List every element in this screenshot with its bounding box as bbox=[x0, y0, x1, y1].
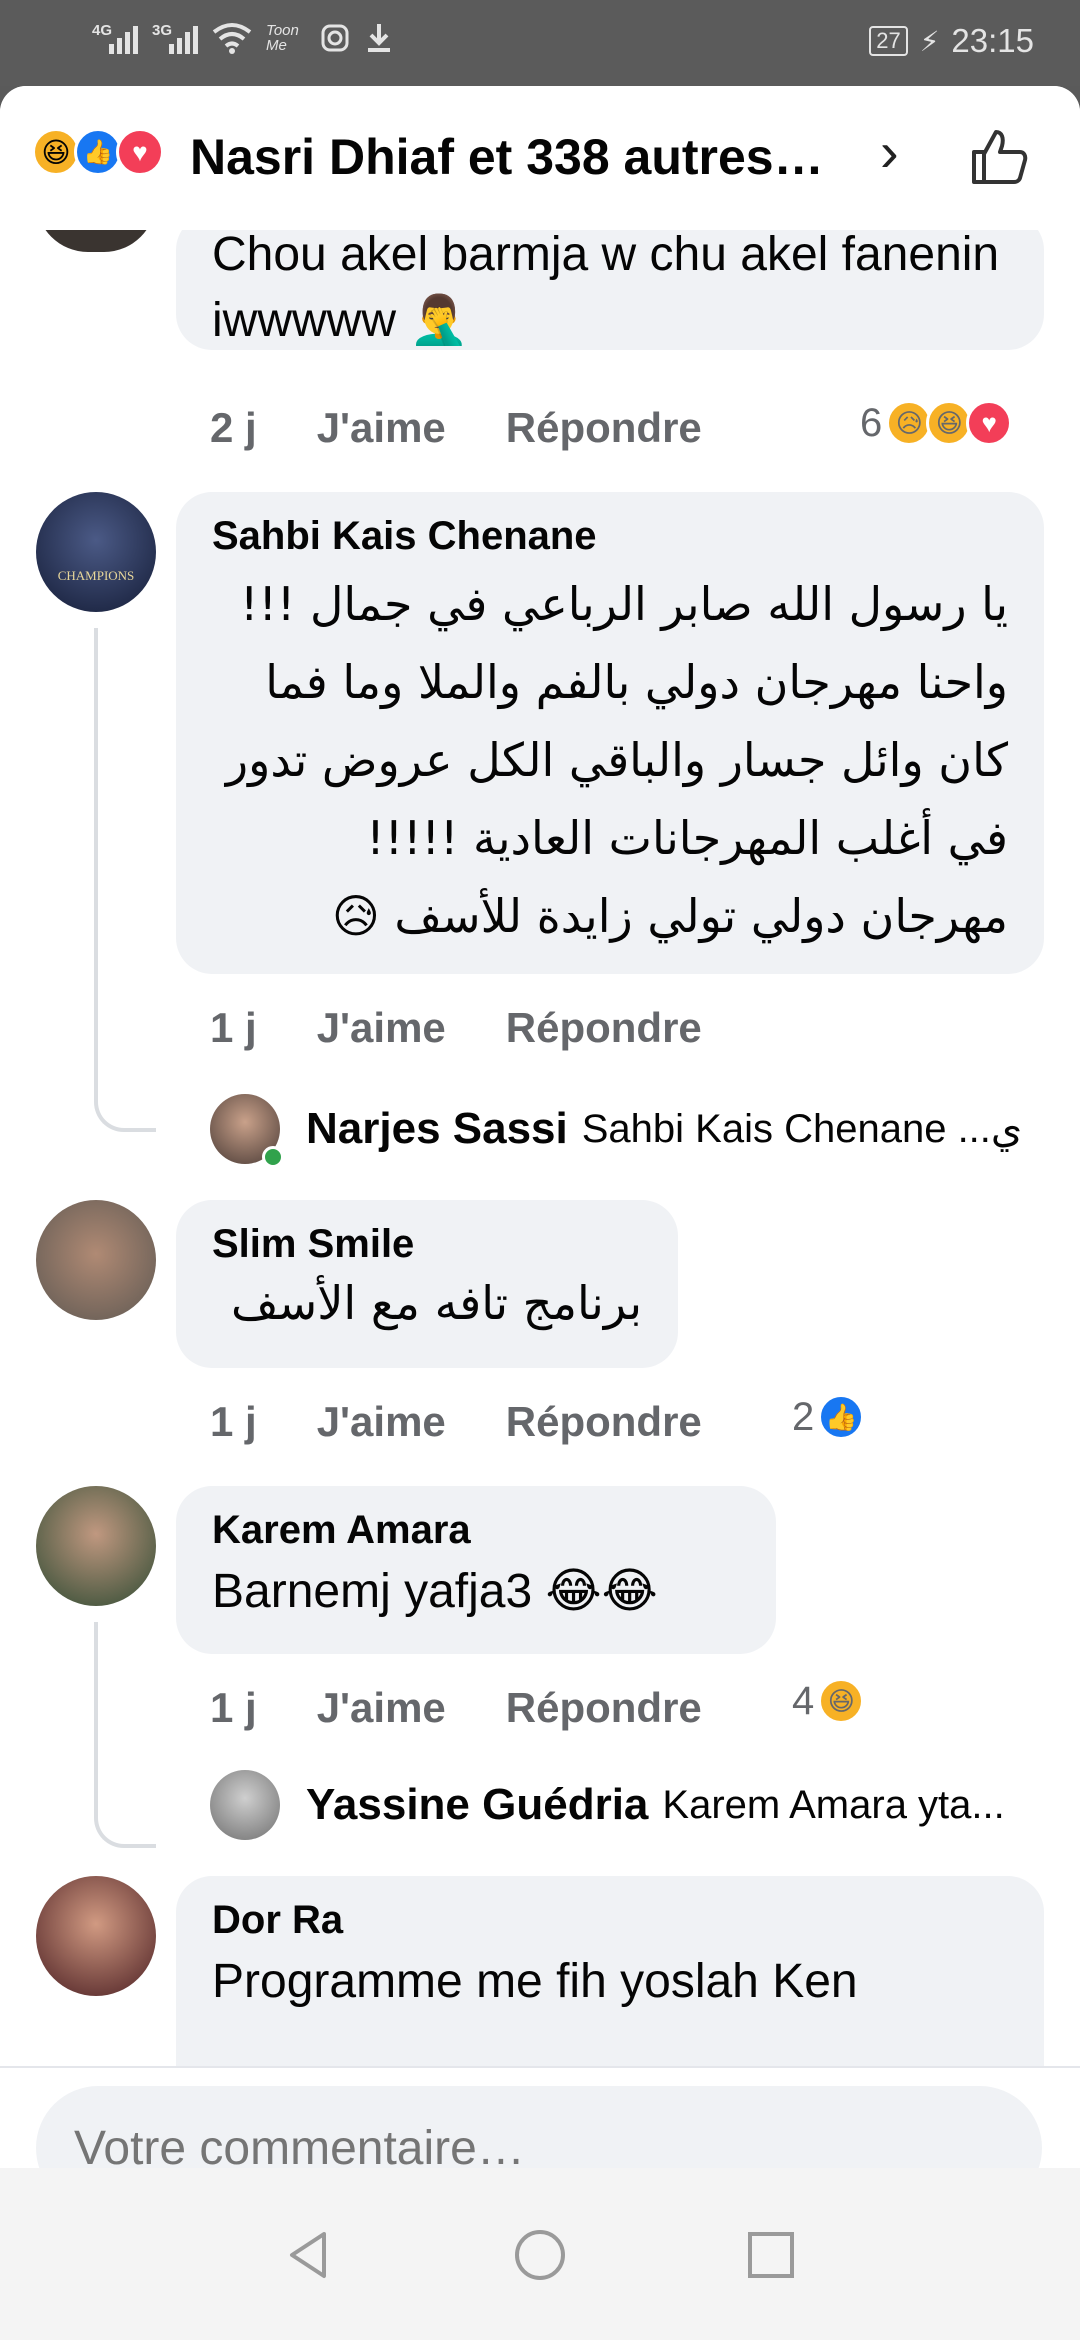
reply-text: Sahbi Kais Chenane ...ي bbox=[581, 1107, 1023, 1151]
comment-actions: 1 j J'aime Répondre bbox=[210, 1684, 762, 1732]
like-link[interactable]: J'aime bbox=[317, 404, 446, 452]
reactions-header[interactable]: 😆 👍 ♥ Nasri Dhiaf et 338 autres… › bbox=[0, 86, 1080, 230]
comment-author[interactable]: Dor Ra bbox=[212, 1898, 1008, 1943]
system-nav-bar bbox=[0, 2168, 1080, 2340]
comment-actions: 2 j J'aime Répondre bbox=[210, 404, 762, 452]
reply-preview[interactable]: Yassine Guédria Karem Amara yta... bbox=[210, 1770, 1044, 1840]
comment-text: Chou akel barmja w chu akel fanenin iwww… bbox=[212, 230, 1000, 347]
status-bar: 4G 3G Toon Me 27 ⚡ 23:15 bbox=[0, 0, 1080, 86]
comment-time: 2 j bbox=[210, 404, 257, 451]
comment-actions: 1 j J'aime Répondre bbox=[210, 1398, 762, 1446]
chevron-right-icon[interactable]: › bbox=[880, 124, 899, 180]
back-icon[interactable] bbox=[274, 2220, 344, 2290]
like-link[interactable]: J'aime bbox=[317, 1004, 446, 1052]
like-link[interactable]: J'aime bbox=[317, 1684, 446, 1732]
comment-list: Chou akel barmja w chu akel fanenin iwww… bbox=[0, 230, 1080, 2066]
avatar-label: CHAMPIONS bbox=[57, 568, 135, 583]
comment-author[interactable]: Karem Amara bbox=[212, 1508, 740, 1553]
status-icons: 4G 3G Toon Me bbox=[92, 22, 394, 54]
comment-time: 1 j bbox=[210, 1004, 257, 1051]
recents-icon[interactable] bbox=[736, 2220, 806, 2290]
charging-icon: ⚡ bbox=[919, 25, 940, 57]
reply-link[interactable]: Répondre bbox=[506, 1004, 702, 1052]
comment-author[interactable]: Slim Smile bbox=[212, 1222, 642, 1267]
reaction-count[interactable]: 6 😥 😆 ♥ bbox=[860, 400, 1013, 446]
comment-actions: 1 j J'aime Répondre bbox=[210, 1004, 762, 1052]
avatar[interactable] bbox=[36, 1876, 156, 1996]
comment-time: 1 j bbox=[210, 1684, 257, 1731]
avatar[interactable] bbox=[36, 1200, 156, 1320]
comment-text: Programme me fih yoslah Ken bbox=[212, 1955, 858, 2008]
like-reaction-icon: 👍 bbox=[818, 1394, 865, 1440]
signal-4g-icon: 4G bbox=[92, 22, 139, 54]
comments-sheet: 😆 👍 ♥ Nasri Dhiaf et 338 autres… › Chou … bbox=[0, 86, 1080, 2340]
toonme-app-icon: Toon Me bbox=[266, 22, 299, 54]
comment-text: يا رسول الله صابر الرباعي في جمال !!! وا… bbox=[225, 577, 1008, 943]
reply-author[interactable]: Narjes Sassi bbox=[306, 1104, 568, 1154]
avatar[interactable] bbox=[36, 1486, 156, 1606]
reactors-title[interactable]: Nasri Dhiaf et 338 autres… bbox=[190, 128, 850, 186]
avatar[interactable]: CHAMPIONS bbox=[36, 492, 156, 612]
reply-thread-line bbox=[94, 628, 156, 1132]
haha-reaction-icon: 😆 bbox=[818, 1678, 865, 1724]
haha-reaction-icon: 😆 bbox=[32, 128, 80, 176]
reply-thread-line bbox=[94, 1622, 156, 1848]
comment-bubble[interactable]: Dor Ra Programme me fih yoslah Ken bbox=[176, 1876, 1044, 2066]
download-icon bbox=[368, 24, 391, 52]
reaction-count[interactable]: 4 😆 bbox=[792, 1678, 865, 1724]
comment-bubble[interactable]: Karem Amara Barnemj yafja3 😂😂 bbox=[176, 1486, 776, 1654]
comment-bubble[interactable]: Sahbi Kais Chenane يا رسول الله صابر الر… bbox=[176, 492, 1044, 974]
reaction-count[interactable]: 2 👍 bbox=[792, 1394, 865, 1440]
comment-time: 1 j bbox=[210, 1398, 257, 1445]
battery-icon: 27 bbox=[869, 26, 908, 56]
reply-preview[interactable]: Narjes Sassi Sahbi Kais Chenane ...ي bbox=[210, 1094, 1070, 1168]
comment-text: برنامج تافه مع الأسف bbox=[231, 1276, 642, 1330]
love-reaction-icon: ♥ bbox=[116, 128, 164, 176]
avatar[interactable] bbox=[36, 230, 156, 252]
reply-link[interactable]: Répondre bbox=[506, 1398, 702, 1446]
clock: 23:15 bbox=[951, 22, 1034, 59]
reaction-summary[interactable]: 😆 👍 ♥ bbox=[32, 128, 164, 176]
comment-bubble[interactable]: Slim Smile برنامج تافه مع الأسف bbox=[176, 1200, 678, 1368]
reply-link[interactable]: Répondre bbox=[506, 404, 702, 452]
comment-bubble[interactable]: Chou akel barmja w chu akel fanenin iwww… bbox=[176, 230, 1044, 350]
instagram-icon bbox=[321, 24, 349, 52]
signal-3g-icon: 3G bbox=[152, 22, 199, 54]
reply-author[interactable]: Yassine Guédria bbox=[306, 1780, 648, 1830]
like-link[interactable]: J'aime bbox=[317, 1398, 446, 1446]
comment-text: Barnemj yafja3 😂😂 bbox=[212, 1565, 658, 1618]
wifi-icon bbox=[212, 23, 252, 54]
thumbs-up-icon[interactable] bbox=[968, 126, 1030, 188]
status-right: 27 ⚡ 23:15 bbox=[869, 22, 1034, 60]
love-reaction-icon: ♥ bbox=[966, 400, 1013, 446]
reply-link[interactable]: Répondre bbox=[506, 1684, 702, 1732]
home-icon[interactable] bbox=[505, 2220, 575, 2290]
avatar[interactable] bbox=[210, 1770, 280, 1840]
comment-author[interactable]: Sahbi Kais Chenane bbox=[212, 514, 1008, 559]
like-reaction-icon: 👍 bbox=[74, 128, 122, 176]
online-status-dot bbox=[262, 1146, 284, 1168]
reply-text: Karem Amara yta... bbox=[662, 1782, 1005, 1827]
